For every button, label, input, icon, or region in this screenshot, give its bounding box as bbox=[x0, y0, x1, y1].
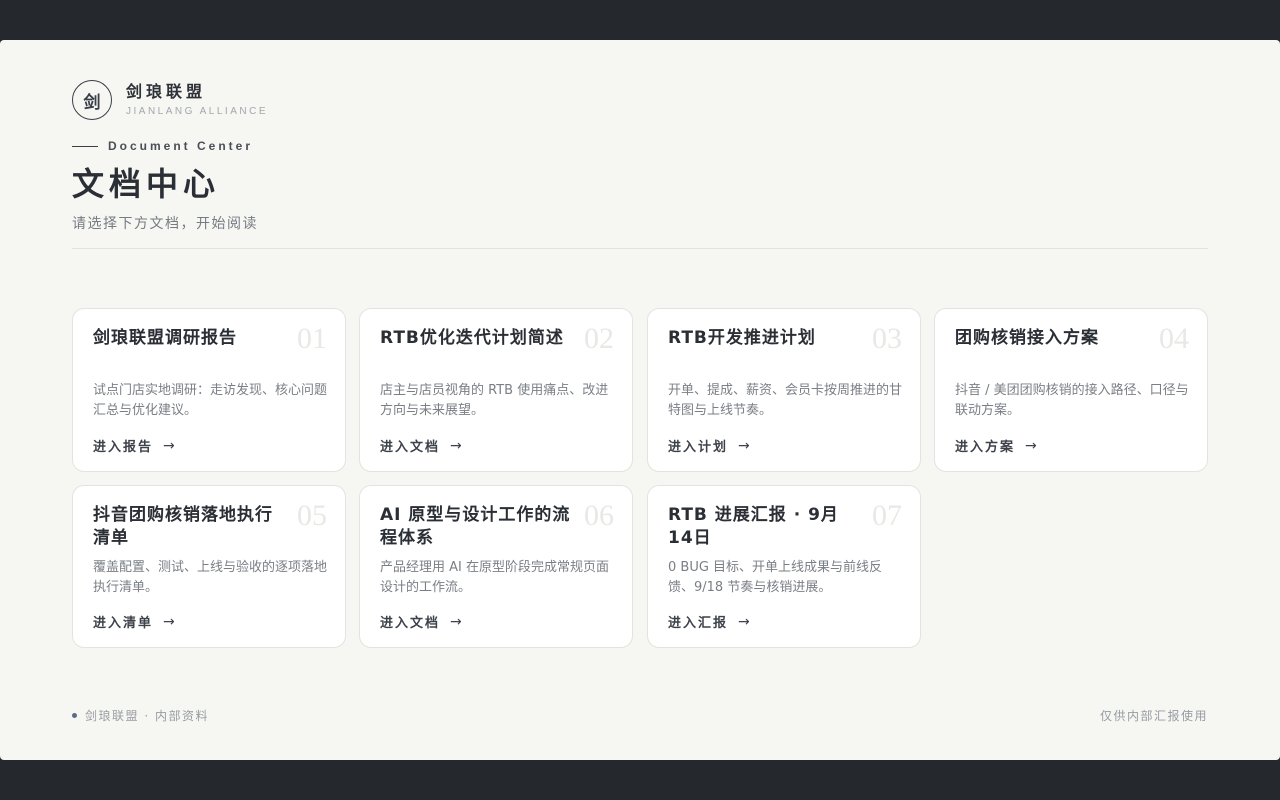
card-title: AI 原型与设计工作的流程体系 bbox=[380, 505, 571, 548]
card-title: RTB开发推进计划 bbox=[668, 328, 816, 348]
footer-left-text: 剑琅联盟 · 内部资料 bbox=[85, 709, 209, 723]
card-number: 04 bbox=[1159, 322, 1189, 355]
card-title: 剑琅联盟调研报告 bbox=[93, 328, 237, 348]
card-description: 开单、提成、薪资、会员卡按周推进的甘特图与上线节奏。 bbox=[668, 383, 903, 418]
document-center-page: 剑 剑琅联盟 JIANLANG ALLIANCE Document Center… bbox=[0, 40, 1280, 760]
card-number: 03 bbox=[872, 322, 902, 355]
eyebrow: Document Center bbox=[72, 139, 253, 153]
card-description: 抖音 / 美团团购核销的接入路径、口径与联动方案。 bbox=[955, 383, 1189, 418]
card-link[interactable]: 进入文档 → bbox=[380, 436, 464, 456]
arrow-right-icon: → bbox=[738, 613, 752, 630]
card-number: 06 bbox=[584, 499, 614, 532]
page-title: 文档中心 bbox=[72, 165, 221, 203]
card-description: 覆盖配置、测试、上线与验收的逐项落地执行清单。 bbox=[93, 560, 328, 595]
arrow-right-icon: → bbox=[163, 613, 177, 630]
card-number: 05 bbox=[297, 499, 327, 532]
card-description: 0 BUG 目标、开单上线成果与前线反馈、9/18 节奏与核销进展。 bbox=[668, 560, 883, 595]
doc-card-06[interactable]: AI 原型与设计工作的流程体系 06 产品经理用 AI 在原型阶段完成常规页面设… bbox=[359, 485, 633, 648]
card-description: 产品经理用 AI 在原型阶段完成常规页面设计的工作流。 bbox=[380, 560, 609, 595]
card-number: 07 bbox=[872, 499, 902, 532]
card-link-label: 进入报告 bbox=[93, 440, 154, 455]
card-link[interactable]: 进入报告 → bbox=[93, 436, 177, 456]
card-description: 店主与店员视角的 RTB 使用痛点、改进方向与未来展望。 bbox=[380, 383, 609, 418]
footer-right-text: 仅供内部汇报使用 bbox=[1099, 709, 1208, 723]
brand-text: 剑琅联盟 JIANLANG ALLIANCE bbox=[126, 82, 268, 118]
doc-card-01[interactable]: 剑琅联盟调研报告 01 试点门店实地调研：走访发现、核心问题汇总与优化建议。 进… bbox=[72, 308, 346, 472]
brand-name: 剑琅联盟 bbox=[126, 82, 207, 101]
arrow-right-icon: → bbox=[1025, 437, 1039, 454]
card-link-label: 进入方案 bbox=[955, 440, 1016, 455]
card-link-label: 进入清单 bbox=[93, 616, 154, 631]
brand: 剑 剑琅联盟 JIANLANG ALLIANCE bbox=[72, 80, 268, 120]
brand-logo-icon: 剑 bbox=[72, 80, 112, 120]
page-subtitle: 请选择下方文档，开始阅读 bbox=[72, 216, 258, 232]
card-link-label: 进入计划 bbox=[668, 440, 729, 455]
card-title: 抖音团购核销落地执行清单 bbox=[93, 505, 273, 548]
card-number: 01 bbox=[297, 322, 327, 355]
doc-card-04[interactable]: 团购核销接入方案 04 抖音 / 美团团购核销的接入路径、口径与联动方案。 进入… bbox=[934, 308, 1208, 472]
card-title: RTB 进展汇报 · 9月14日 bbox=[668, 505, 839, 548]
card-link[interactable]: 进入方案 → bbox=[955, 436, 1039, 456]
arrow-right-icon: → bbox=[738, 437, 752, 454]
doc-card-03[interactable]: RTB开发推进计划 03 开单、提成、薪资、会员卡按周推进的甘特图与上线节奏。 … bbox=[647, 308, 921, 472]
doc-card-05[interactable]: 抖音团购核销落地执行清单 05 覆盖配置、测试、上线与验收的逐项落地执行清单。 … bbox=[72, 485, 346, 648]
footer-dot-icon bbox=[72, 713, 77, 718]
card-link-label: 进入文档 bbox=[380, 616, 441, 631]
card-link-label: 进入文档 bbox=[380, 440, 441, 455]
header-divider bbox=[72, 248, 1208, 249]
card-description: 试点门店实地调研：走访发现、核心问题汇总与优化建议。 bbox=[93, 383, 328, 418]
card-link[interactable]: 进入文档 → bbox=[380, 612, 464, 632]
card-title: 团购核销接入方案 bbox=[955, 328, 1099, 348]
brand-name-en: JIANLANG ALLIANCE bbox=[126, 106, 268, 117]
arrow-right-icon: → bbox=[163, 437, 177, 454]
card-link[interactable]: 进入清单 → bbox=[93, 612, 177, 632]
doc-card-07[interactable]: RTB 进展汇报 · 9月14日 07 0 BUG 目标、开单上线成果与前线反馈… bbox=[647, 485, 921, 648]
arrow-right-icon: → bbox=[450, 613, 464, 630]
card-title: RTB优化迭代计划简述 bbox=[380, 328, 564, 348]
card-link[interactable]: 进入汇报 → bbox=[668, 612, 752, 632]
eyebrow-text: Document Center bbox=[108, 139, 254, 153]
doc-card-02[interactable]: RTB优化迭代计划简述 02 店主与店员视角的 RTB 使用痛点、改进方向与未来… bbox=[359, 308, 633, 472]
card-number: 02 bbox=[584, 322, 614, 355]
footer-left: 剑琅联盟 · 内部资料 bbox=[72, 707, 209, 724]
card-link-label: 进入汇报 bbox=[668, 616, 729, 631]
arrow-right-icon: → bbox=[450, 437, 464, 454]
card-link[interactable]: 进入计划 → bbox=[668, 436, 752, 456]
eyebrow-line bbox=[72, 145, 98, 147]
